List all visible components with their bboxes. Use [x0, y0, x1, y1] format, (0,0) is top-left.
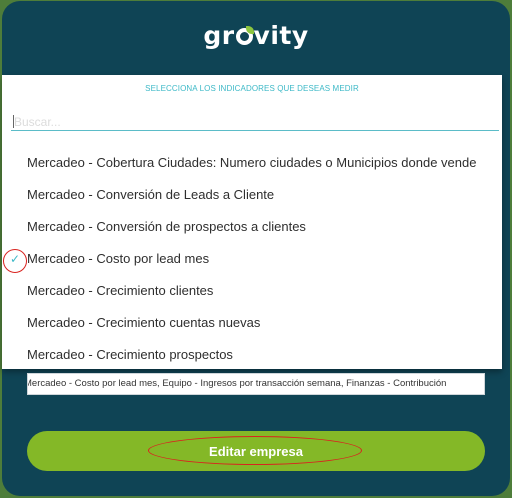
- logo-leaf-icon: [235, 26, 254, 45]
- indicator-option-selected[interactable]: ✓ Mercadeo - Costo por lead mes: [2, 243, 502, 275]
- indicator-dropdown-title: SELECCIONA LOS INDICADORES QUE DESEAS ME…: [145, 84, 359, 93]
- selected-indicators-field[interactable]: Mercadeo - Costo por lead mes, Equipo - …: [27, 373, 485, 395]
- indicator-option-label: Mercadeo - Cobertura Ciudades: Numero ci…: [27, 155, 477, 170]
- gravity-logo: gr vity: [203, 21, 309, 50]
- indicator-option[interactable]: Mercadeo - Crecimiento cuentas nuevas: [2, 307, 502, 339]
- indicator-option-label: Mercadeo - Crecimiento prospectos: [27, 347, 233, 362]
- indicator-option[interactable]: Mercadeo - Conversión de prospectos a cl…: [2, 211, 502, 243]
- indicator-option-label: Mercadeo - Crecimiento cuentas nuevas: [27, 315, 261, 330]
- check-highlight-circle: [3, 249, 27, 273]
- indicator-option-label: Mercadeo - Conversión de prospectos a cl…: [27, 219, 306, 234]
- indicator-option[interactable]: Mercadeo - Crecimiento prospectos: [2, 339, 502, 371]
- indicator-option[interactable]: Mercadeo - Crecimiento clientes: [2, 275, 502, 307]
- edit-company-button[interactable]: Editar empresa: [27, 431, 485, 471]
- indicator-option-label: Mercadeo - Crecimiento clientes: [27, 283, 214, 298]
- indicator-option-label: Mercadeo - Costo por lead mes: [27, 251, 210, 266]
- indicator-option[interactable]: Mercadeo - Cobertura Ciudades: Numero ci…: [2, 147, 502, 179]
- text-caret: [13, 115, 14, 128]
- indicator-option[interactable]: Mercadeo - Conversión de Leads a Cliente: [2, 179, 502, 211]
- indicator-search-input[interactable]: [11, 113, 499, 131]
- indicator-options-list: Mercadeo - Cobertura Ciudades: Numero ci…: [2, 147, 502, 371]
- indicator-option-label: Mercadeo - Conversión de Leads a Cliente: [27, 187, 275, 202]
- indicator-dropdown-panel: SELECCIONA LOS INDICADORES QUE DESEAS ME…: [2, 75, 502, 369]
